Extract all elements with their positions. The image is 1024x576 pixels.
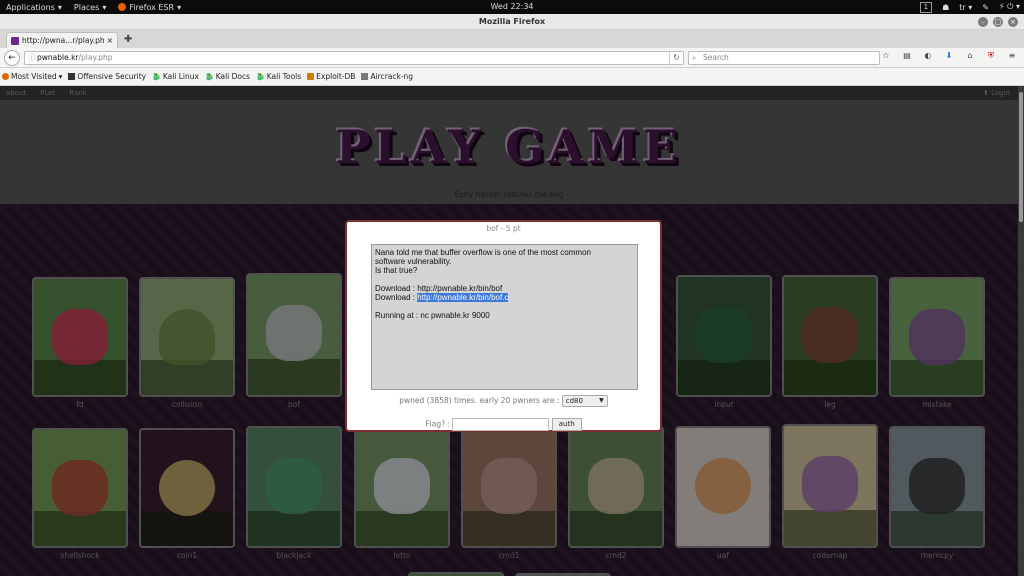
navigation-toolbar: ← ⓘ pwnable.kr/play.php ↻ ⌕ ☆ ▤ ◐ ⬇ ⌂ ⛨ … — [0, 48, 1024, 68]
bookmark-label: Most Visited — [11, 72, 57, 81]
download-link-source[interactable]: http://pwnable.kr/bin/bof.c — [417, 293, 509, 302]
pocket-icon[interactable]: ◐ — [922, 51, 934, 61]
back-button[interactable]: ← — [4, 50, 20, 66]
bookmark-kali-linux[interactable]: 🐉 Kali Linux — [152, 72, 199, 81]
home-icon[interactable]: ⌂ — [964, 51, 976, 61]
places-label: Places — [73, 2, 100, 12]
challenge-dialog: bof - 5 pt Nana told me that buffer over… — [345, 220, 662, 432]
bookmark-offensive-security[interactable]: Offensive Security — [68, 72, 146, 81]
search-bar[interactable]: ⌕ — [688, 51, 880, 65]
pwned-count-text: pwned (3858) times. early 20 pwners are … — [399, 396, 562, 405]
caret-down-icon: ▾ — [57, 2, 62, 12]
offsec-icon — [68, 73, 76, 80]
download-label: Download : — [375, 284, 418, 293]
bookmark-label: Kali Linux — [162, 72, 199, 81]
new-tab-button[interactable]: ✚ — [124, 34, 132, 45]
reload-icon[interactable]: ↻ — [669, 51, 683, 65]
aircrack-icon — [361, 73, 369, 80]
firefox-icon — [118, 3, 127, 11]
kali-icon: 🐉 — [256, 73, 265, 81]
pwned-info: pwned (3858) times. early 20 pwners are … — [347, 395, 660, 407]
bookmark-star-icon[interactable]: ☆ — [880, 51, 892, 61]
bookmarks-toolbar: Most Visited ▾ Offensive Security 🐉 Kali … — [0, 68, 1024, 86]
tab-title: http://pwna...r/play.php — [22, 36, 104, 45]
auth-button[interactable]: auth — [551, 418, 582, 431]
applications-menu[interactable]: Applications ▾ — [0, 3, 68, 12]
url-path: /play.php — [78, 53, 113, 62]
applications-label: Applications — [6, 2, 55, 12]
library-icon[interactable]: ▤ — [901, 51, 913, 61]
hamburger-menu-icon[interactable]: ≡ — [1006, 51, 1018, 61]
challenge-description[interactable]: Nana told me that buffer overflow is one… — [371, 244, 638, 390]
window-title: Mozilla Firefox — [478, 17, 546, 26]
system-top-bar: Applications ▾ Places ▾ Firefox ESR ▾ Wed 2… — [0, 0, 1024, 14]
minimize-button[interactable]: – — [978, 17, 988, 27]
close-window-button[interactable]: × — [1008, 17, 1018, 27]
url-host: pwnable.kr — [37, 53, 79, 62]
workspace-indicator[interactable]: 1 — [919, 1, 933, 13]
download-link-binary[interactable]: http://pwnable.kr/bin/bof — [417, 284, 502, 293]
tab-play[interactable]: http://pwna...r/play.php × — [6, 32, 118, 48]
download-icon[interactable]: ⬇ — [943, 51, 955, 61]
kali-icon: 🐉 — [204, 73, 214, 81]
bookmark-label: Kali Docs — [215, 72, 251, 81]
download-line: Download : http://pwnable.kr/bin/bof.c — [375, 293, 634, 302]
firefox-app-label: Firefox ESR — [129, 2, 175, 12]
chevron-down-icon: ▼ — [599, 397, 604, 404]
tab-strip: http://pwna...r/play.php × ✚ — [0, 30, 1024, 48]
bookmark-aircrack-ng[interactable]: Aircrack-ng — [361, 72, 413, 81]
firefox-app-menu[interactable]: Firefox ESR ▾ — [112, 3, 187, 12]
running-at-line: Running at : nc pwnable.kr 9000 — [375, 311, 490, 320]
site-info-icon[interactable]: ⓘ — [28, 52, 36, 64]
keyboard-layout-label: tr — [959, 2, 966, 12]
bookmark-exploit-db[interactable]: Exploit-DB — [307, 72, 355, 81]
gear-icon — [2, 73, 9, 80]
extension-shield-icon[interactable]: ⛨ — [985, 51, 997, 61]
power-indicator[interactable]: ⚡ ⏻ ▾ — [999, 2, 1020, 12]
flag-input[interactable] — [452, 418, 550, 431]
caret-down-icon: ▾ — [177, 2, 182, 12]
description-line: Is that true? — [375, 266, 418, 275]
keyboard-layout[interactable]: tr ▾ — [959, 3, 972, 12]
bookmark-label: Kali Tools — [266, 72, 302, 81]
bookmark-label: Offensive Security — [77, 72, 147, 81]
flag-form: Flag? : auth — [347, 418, 660, 431]
maximize-button[interactable]: □ — [993, 17, 1003, 27]
dialog-title: bof - 5 pt — [486, 224, 521, 233]
search-icon: ⌕ — [692, 53, 697, 62]
page-content: about PLet Rank ⬆ Login PLAY GAME Early … — [0, 86, 1018, 576]
pwners-select[interactable]: cd80 ▼ — [561, 395, 608, 407]
window-titlebar: Mozilla Firefox – □ × — [0, 14, 1024, 30]
download-label: Download : — [375, 293, 418, 302]
description-line: software vulnerability. — [375, 257, 452, 266]
caret-down-icon: ▾ — [102, 2, 107, 12]
close-tab-icon[interactable]: × — [107, 36, 113, 45]
exploit-db-icon — [307, 73, 315, 80]
bookmark-kali-docs[interactable]: 🐉 Kali Docs — [205, 72, 250, 81]
description-line: Nana told me that buffer overflow is one… — [375, 248, 591, 257]
flag-label: Flag? : — [425, 419, 453, 429]
bookmark-label: Exploit-DB — [316, 72, 356, 81]
kali-icon: 🐉 — [152, 73, 161, 81]
pwnable-favicon-icon — [11, 36, 19, 45]
places-menu[interactable]: Places ▾ — [68, 3, 112, 12]
bookmark-kali-tools[interactable]: 🐉 Kali Tools — [256, 72, 301, 81]
bookmark-label: Aircrack-ng — [370, 72, 414, 81]
download-line: Download : http://pwnable.kr/bin/bof — [375, 284, 634, 293]
network-tray-icon[interactable]: ☗ — [942, 3, 949, 12]
page-scrollbar[interactable] — [1018, 86, 1024, 576]
tools-icon[interactable]: ✎ — [982, 3, 989, 12]
bookmark-most-visited[interactable]: Most Visited ▾ — [2, 72, 62, 81]
url-bar[interactable]: ⓘ pwnable.kr/play.php — [24, 51, 684, 65]
search-input[interactable] — [703, 52, 873, 64]
scrollbar-thumb[interactable] — [1019, 92, 1023, 222]
pwners-select-value: cd80 — [565, 397, 583, 405]
